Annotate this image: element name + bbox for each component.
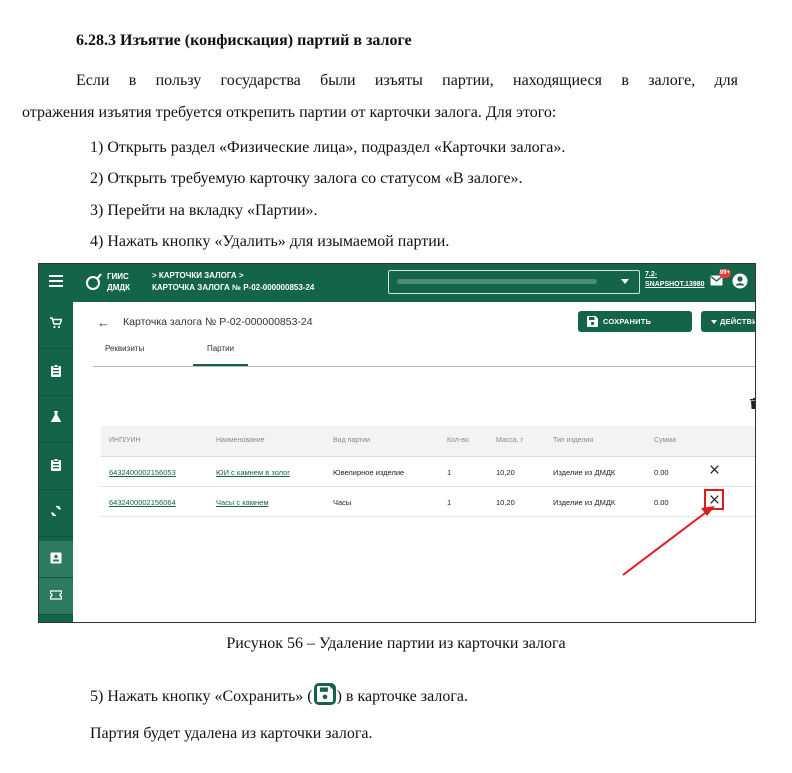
step-1: 1) Открыть раздел «Физические лица», под… <box>90 139 566 156</box>
step-4: 4) Нажать кнопку «Удалить» для изымаемой… <box>90 233 450 250</box>
step-5-text-before: 5) Нажать кнопку «Сохранить» ( <box>90 688 313 705</box>
floppy-disk-icon <box>313 683 336 705</box>
final-note: Партия будет удалена из карточки залога. <box>90 725 373 742</box>
app-screenshot: ГИИС ДМДК > КАРТОЧКИ ЗАЛОГА > КАРТОЧКА ЗА… <box>38 263 756 623</box>
intro-paragraph-line1: Если в пользу государства были изъяты па… <box>76 72 738 89</box>
step-5-text-after: ) в карточке залога. <box>336 688 468 705</box>
step-2: 2) Открыть требуемую карточку залога со … <box>90 170 523 187</box>
section-heading: 6.28.3 Изъятие (конфискация) партий в за… <box>76 32 412 49</box>
figure-caption: Рисунок 56 – Удаление партии из карточки… <box>226 635 566 652</box>
red-pointer-arrow <box>622 506 715 576</box>
step-3: 3) Перейти на вкладку «Партии». <box>90 202 318 219</box>
step-5: 5) Нажать кнопку «Сохранить» ( ) в карточ… <box>90 683 468 707</box>
intro-paragraph-line2: отражения изъятия требуется открепить па… <box>22 104 557 121</box>
